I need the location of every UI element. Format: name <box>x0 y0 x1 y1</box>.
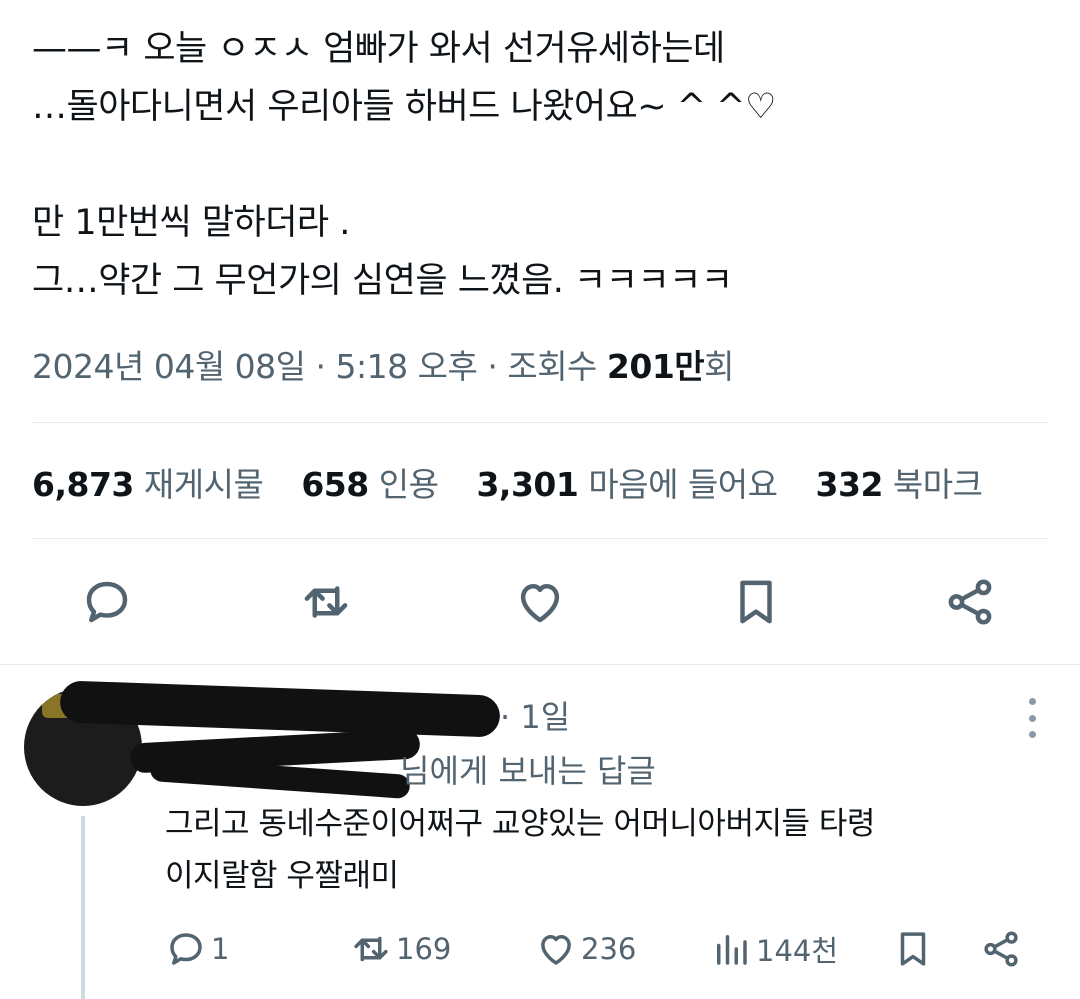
more-options-button[interactable] <box>1022 698 1042 738</box>
stat-number: 3,301 <box>476 465 579 504</box>
views-label: 조회수 <box>507 347 597 386</box>
reply-text: 그리고 동네수준이어쩌구 교양있는 어머니아버지들 타령 이지랄함 우짤래미 <box>165 798 875 902</box>
tweet-line: 만 1만번씩 말하더라 . <box>32 203 350 243</box>
share-button[interactable] <box>940 572 1000 632</box>
like-count: 236 <box>581 932 637 966</box>
replying-to: 님에게 보내는 답글 <box>400 752 656 790</box>
tweet-text: ——ㅋ 오늘 ㅇㅈㅅ 엄빠가 와서 선거유세하는데 …돌아다니면서 우리아들 하… <box>32 20 1042 310</box>
reply-time[interactable]: 1일 <box>520 698 570 736</box>
more-dot-icon <box>1028 731 1036 738</box>
bookmark-button[interactable] <box>726 572 786 632</box>
stat-number: 332 <box>815 465 884 504</box>
reply-bookmark-button[interactable] <box>892 924 938 974</box>
views-suffix: 회 <box>704 347 735 386</box>
likes-stat[interactable]: 3,301 마음에 들어요 <box>476 465 778 504</box>
divider <box>32 422 1048 423</box>
reply-icon <box>170 933 202 965</box>
reply-line: 그리고 동네수준이어쩌구 교양있는 어머니아버지들 타령 <box>165 806 875 842</box>
stat-label: 재게시물 <box>143 465 264 504</box>
analytics-icon <box>717 935 747 965</box>
divider <box>0 664 1080 665</box>
stat-number: 6,873 <box>32 465 134 504</box>
stat-label: 인용 <box>378 465 439 504</box>
retweets-stat[interactable]: 6,873 재게시물 <box>32 465 264 504</box>
stat-label: 마음에 들어요 <box>588 465 778 504</box>
bookmarks-stat[interactable]: 332 북마크 <box>816 465 983 504</box>
more-dot-icon <box>1028 698 1036 705</box>
reply-button[interactable] <box>77 572 137 632</box>
reply-icon <box>86 581 128 623</box>
retweet-icon <box>354 936 388 962</box>
reply-tweet[interactable]: · 1일 님에게 보내는 답글 그리고 동네수준이어쩌구 교양있는 어머니아버지… <box>0 666 1080 999</box>
share-icon <box>984 931 1018 967</box>
meta-separator: · <box>487 347 508 386</box>
reply-retweet-button[interactable]: 169 <box>350 924 451 974</box>
retweet-icon <box>304 586 348 618</box>
tweet-line <box>32 136 1042 194</box>
tweet-date[interactable]: 2024년 04월 08일 <box>32 347 306 386</box>
bookmark-icon <box>900 932 926 966</box>
quotes-stat[interactable]: 658 인용 <box>301 465 439 504</box>
reply-count: 1 <box>211 932 230 966</box>
retweet-count: 169 <box>396 932 452 966</box>
reply-action-bar: 1 169 236 144천 <box>0 924 1080 974</box>
reply-share-button[interactable] <box>980 924 1026 974</box>
more-dot-icon <box>1028 714 1036 722</box>
views-count: 201만 <box>606 347 705 386</box>
meta-separator: · <box>500 698 521 736</box>
retweet-button[interactable] <box>296 572 356 632</box>
tweet-action-bar <box>0 572 1080 632</box>
share-icon <box>948 579 992 625</box>
meta-separator: · <box>315 347 336 386</box>
views-count: 144천 <box>756 934 839 968</box>
reply-like-button[interactable]: 236 <box>535 924 636 974</box>
reply-reply-button[interactable]: 1 <box>165 924 229 974</box>
reply-line: 이지랄함 우짤래미 <box>165 858 399 894</box>
divider <box>32 538 1048 539</box>
heart-icon <box>541 935 571 965</box>
engagement-stats: 6,873 재게시물 658 인용 3,301 마음에 들어요 332 북마크 <box>32 458 1011 506</box>
stat-label: 북마크 <box>892 465 983 504</box>
tweet-line: 그…약간 그 무언가의 심연을 느꼈음. ㅋㅋㅋㅋㅋ <box>32 261 733 301</box>
tweet-line: …돌아다니면서 우리아들 하버드 나왔어요~ ^ ^♡ <box>32 87 776 127</box>
tweet-line: ——ㅋ 오늘 ㅇㅈㅅ 엄빠가 와서 선거유세하는데 <box>32 29 725 69</box>
reply-views-button[interactable]: 144천 <box>710 924 838 974</box>
reply-header: · 1일 <box>500 692 570 738</box>
bookmark-icon <box>740 580 772 624</box>
heart-icon <box>520 584 560 623</box>
stat-number: 658 <box>301 465 369 504</box>
tweet-time[interactable]: 5:18 오후 <box>336 347 478 386</box>
tweet-meta: 2024년 04월 08일 · 5:18 오후 · 조회수 201만회 <box>32 340 735 388</box>
like-button[interactable] <box>510 572 570 632</box>
